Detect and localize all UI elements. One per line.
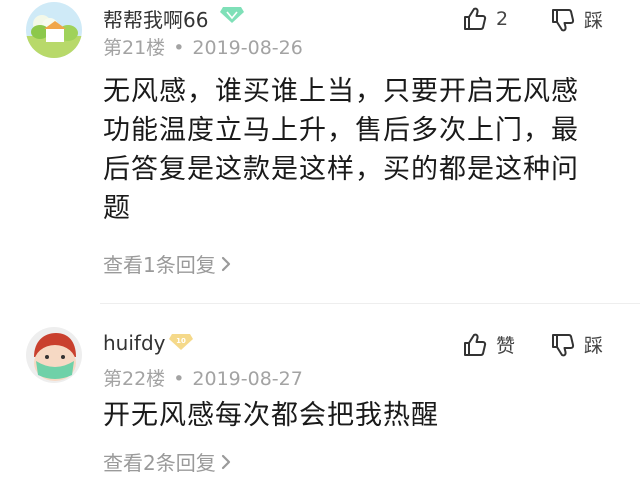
comment-meta: 第22楼 • 2019-08-27 (103, 364, 303, 391)
like-button[interactable]: 赞 (462, 331, 515, 358)
avatar[interactable] (26, 327, 82, 383)
username[interactable]: huifdy (103, 331, 165, 355)
thumbs-up-icon (464, 333, 487, 356)
view-replies-label: 查看1条回复 (103, 253, 216, 277)
view-replies-label: 查看2条回复 (103, 451, 216, 475)
dislike-label: 踩 (584, 335, 604, 357)
chevron-right-icon (221, 256, 230, 271)
comment-meta: 第21楼 • 2019-08-26 (103, 33, 303, 60)
comment-item: huifdy 10 第22楼 • 2019-08-27 赞 踩 开无风感每次都会把我… (0, 310, 640, 504)
dislike-button[interactable]: 踩 (550, 6, 603, 33)
level-badge (219, 6, 245, 24)
level-badge: 10 (168, 333, 194, 351)
comment-body: 开无风感每次都会把我热醒 (103, 400, 439, 431)
divider (100, 303, 640, 304)
chevron-right-icon (221, 454, 230, 469)
view-replies-link[interactable]: 查看2条回复 (103, 447, 232, 476)
dislike-button[interactable]: 踩 (550, 331, 603, 358)
thumbs-down-icon (552, 333, 575, 356)
separator-dot: • (173, 37, 185, 59)
like-count: 2 (496, 8, 509, 30)
separator-dot: • (173, 368, 185, 390)
dislike-label: 踩 (584, 10, 604, 32)
thumbs-up-icon (464, 7, 487, 30)
comment-date: 2019-08-26 (192, 37, 303, 59)
badge-level-text: 10 (176, 337, 186, 345)
view-replies-link[interactable]: 查看1条回复 (103, 249, 232, 278)
level-badge-icon: 10 (169, 334, 193, 350)
username[interactable]: 帮帮我啊66 (103, 4, 208, 33)
avatar-image (26, 2, 82, 58)
comment-body: 无风感，谁买谁上当，只要开启无风感功能温度立马上升，售后多次上门，最后答复是这款… (103, 76, 579, 224)
floor-number: 第22楼 (103, 368, 166, 390)
like-label: 赞 (496, 335, 516, 357)
comment-item: 帮帮我啊66 第21楼 • 2019-08-26 2 踩 无风感，谁买谁上当，只要开… (0, 0, 640, 296)
comment-date: 2019-08-27 (192, 368, 303, 390)
avatar-image (26, 327, 82, 383)
floor-number: 第21楼 (103, 37, 166, 59)
like-button[interactable]: 2 (462, 6, 508, 32)
avatar[interactable] (26, 2, 82, 58)
diamond-badge-icon (220, 7, 244, 23)
thumbs-down-icon (552, 8, 575, 31)
